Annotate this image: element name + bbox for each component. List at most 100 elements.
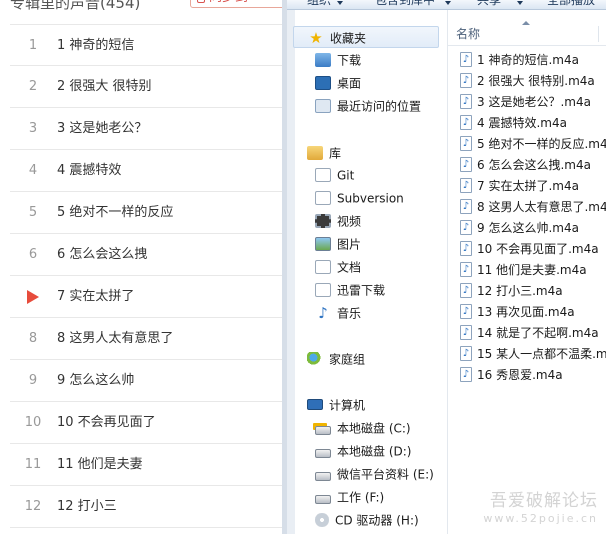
sort-ascending-icon bbox=[522, 21, 530, 25]
file-item[interactable]: ♪ 5 绝对不一样的反应.m4a bbox=[460, 134, 606, 155]
file-item[interactable]: ♪ 3 这是她老公？.m4a bbox=[460, 92, 606, 113]
column-header-name[interactable]: 名称 bbox=[448, 21, 606, 46]
nav-drive-item[interactable]: 微信平台资料 (E:) bbox=[315, 463, 447, 485]
track-row[interactable]: 1 1 神奇的短信 bbox=[10, 24, 282, 66]
track-row[interactable]: 3 3 这是她老公？ bbox=[10, 108, 282, 150]
track-title: 1 神奇的短信 bbox=[57, 38, 135, 53]
file-item[interactable]: ♪ 16 秀恩爱.m4a bbox=[460, 365, 606, 386]
track-number: 5 bbox=[28, 205, 38, 220]
nav-item-label: 本地磁盘 (C:) bbox=[337, 421, 411, 436]
track-list: 1 1 神奇的短信 2 2 很强大 很特别 3 3 这是她老公？ 4 4 震撼特效 5 5 绝对不… bbox=[0, 24, 282, 528]
audio-file-icon: ♪ bbox=[460, 178, 472, 193]
nav-library-item[interactable]: 迅雷下载 bbox=[315, 279, 447, 301]
file-name: 9 怎么这么帅.m4a bbox=[477, 221, 579, 235]
nav-item-label: 微信平台资料 (E:) bbox=[337, 467, 434, 482]
nav-library-item[interactable]: 文档 bbox=[315, 256, 447, 278]
column-separator[interactable] bbox=[598, 26, 599, 42]
picture-icon bbox=[315, 236, 331, 251]
file-item[interactable]: ♪ 2 很强大 很特别.m4a bbox=[460, 71, 606, 92]
watermark: 吾爱破解论坛 www.52pojie.cn bbox=[483, 491, 598, 525]
file-item[interactable]: ♪ 11 他们是夫妻.m4a bbox=[460, 260, 606, 281]
track-row[interactable]: 5 5 绝对不一样的反应 bbox=[10, 192, 282, 234]
play-all-button[interactable]: 全部播放 bbox=[547, 0, 595, 8]
nav-drive-item[interactable]: 本地磁盘 (D:) bbox=[315, 440, 447, 462]
file-item[interactable]: ♪ 8 这男人太有意思了.m4a bbox=[460, 197, 606, 218]
track-row[interactable]: 11 11 他们是夫妻 bbox=[10, 444, 282, 486]
track-title: 7 实在太拼了 bbox=[57, 289, 135, 304]
track-title: 10 不会再见面了 bbox=[57, 415, 156, 430]
track-title: 11 他们是夫妻 bbox=[57, 457, 143, 472]
homegroup-icon bbox=[307, 351, 323, 366]
track-row[interactable]: 4 4 震撼特效 bbox=[10, 150, 282, 192]
track-title: 3 这是她老公？ bbox=[57, 121, 148, 136]
track-row[interactable]: 8 8 这男人太有意思了 bbox=[10, 318, 282, 360]
file-name: 4 震撼特效.m4a bbox=[477, 116, 567, 130]
audio-file-icon: ♪ bbox=[460, 346, 472, 361]
file-item[interactable]: ♪ 9 怎么这么帅.m4a bbox=[460, 218, 606, 239]
system-drive-icon bbox=[315, 426, 331, 435]
share-button[interactable]: 共享 bbox=[477, 0, 501, 8]
track-row[interactable]: 12 12 打小三 bbox=[10, 486, 282, 528]
track-title: 4 震撼特效 bbox=[57, 163, 122, 178]
nav-library-item[interactable]: Subversion bbox=[315, 187, 447, 209]
track-number: 8 bbox=[28, 331, 38, 346]
file-name: 8 这男人太有意思了.m4a bbox=[477, 200, 606, 214]
track-title: 12 打小三 bbox=[57, 499, 117, 514]
nav-item-label: Subversion bbox=[337, 191, 404, 206]
music-icon: ♪ bbox=[318, 303, 328, 322]
nav-drive-item[interactable]: 工作 (F:) bbox=[315, 486, 447, 508]
nav-library-item[interactable]: ♪ 音乐 bbox=[315, 302, 447, 324]
file-item[interactable]: ♪ 12 打小三.m4a bbox=[460, 281, 606, 302]
nav-library-item[interactable]: 图片 bbox=[315, 233, 447, 255]
file-name: 14 就是了不起啊.m4a bbox=[477, 326, 599, 340]
nav-favorite-item[interactable]: 下载 bbox=[315, 49, 447, 71]
file-item[interactable]: ♪ 15 某人一点都不温柔.m4a bbox=[460, 344, 606, 365]
file-item[interactable]: ♪ 7 实在太拼了.m4a bbox=[460, 176, 606, 197]
file-item[interactable]: ♪ 14 就是了不起啊.m4a bbox=[460, 323, 606, 344]
audio-file-icon: ♪ bbox=[460, 52, 472, 67]
track-number: 11 bbox=[24, 457, 42, 472]
file-item[interactable]: ♪ 10 不会再见面了.m4a bbox=[460, 239, 606, 260]
drive-icon bbox=[315, 449, 331, 458]
nav-item-label: 视频 bbox=[337, 214, 362, 229]
file-name: 13 再次见面.m4a bbox=[477, 305, 575, 319]
nav-favorites[interactable]: ★ 收藏夹 bbox=[293, 26, 439, 48]
name-column-label: 名称 bbox=[456, 27, 481, 41]
track-row[interactable]: 9 9 怎么这么帅 bbox=[10, 360, 282, 402]
nav-homegroup[interactable]: 家庭组 bbox=[307, 348, 447, 370]
file-name: 2 很强大 很特别.m4a bbox=[477, 74, 595, 88]
track-row[interactable]: 2 2 很强大 很特别 bbox=[10, 66, 282, 108]
organize-button[interactable]: 组织 bbox=[307, 0, 331, 8]
nav-drive-item[interactable]: 本地磁盘 (C:) bbox=[315, 417, 447, 439]
nav-library-item[interactable]: 视频 bbox=[315, 210, 447, 232]
file-list-pane: 名称 ♪ 1 神奇的短信.m4a ♪ 2 很强大 很特别.m4a ♪ 3 这是她老公？.m… bbox=[448, 10, 606, 534]
nav-favorite-item[interactable]: 桌面 bbox=[315, 72, 447, 94]
file-name: 5 绝对不一样的反应.m4a bbox=[477, 137, 606, 151]
audio-file-icon: ♪ bbox=[460, 304, 472, 319]
now-playing-icon bbox=[27, 290, 39, 304]
nav-library-item[interactable]: Git bbox=[315, 164, 447, 186]
file-item[interactable]: ♪ 1 神奇的短信.m4a bbox=[460, 50, 606, 71]
file-item[interactable]: ♪ 6 怎么会这么拽.m4a bbox=[460, 155, 606, 176]
file-item[interactable]: ♪ 4 震撼特效.m4a bbox=[460, 113, 606, 134]
track-row[interactable]: 10 10 不会再见面了 bbox=[10, 402, 282, 444]
nav-libraries[interactable]: 库 bbox=[307, 142, 447, 164]
nav-computer[interactable]: 计算机 bbox=[307, 394, 447, 416]
track-row[interactable]: 77 实在太拼了 bbox=[10, 276, 282, 318]
nav-favorite-item[interactable]: 最近访问的位置 bbox=[315, 95, 447, 117]
nav-item-label: 本地磁盘 (D:) bbox=[337, 444, 412, 459]
nav-item-label: CD 驱动器 (H:) bbox=[335, 513, 419, 528]
nav-scrollbar[interactable] bbox=[287, 10, 295, 534]
navigation-pane: ★ 收藏夹 下载 桌面 最近访问的位置 库 Git Subversion 视频图片 文档迅雷… bbox=[287, 10, 448, 534]
document-icon bbox=[315, 190, 331, 205]
nav-drive-item[interactable]: CD 驱动器 (H:) bbox=[315, 509, 447, 531]
nav-item-label: 迅雷下载 bbox=[337, 283, 386, 298]
include-in-library-button[interactable]: 包含到库中 bbox=[375, 0, 435, 8]
track-title: 2 很强大 很特别 bbox=[57, 79, 152, 94]
audio-file-icon: ♪ bbox=[460, 157, 472, 172]
audio-file-icon: ♪ bbox=[460, 367, 472, 382]
file-item[interactable]: ♪ 13 再次见面.m4a bbox=[460, 302, 606, 323]
track-number: 9 bbox=[28, 373, 38, 388]
sync-to-button[interactable]: 同步到 bbox=[190, 0, 282, 8]
track-row[interactable]: 6 6 怎么会这么拽 bbox=[10, 234, 282, 276]
